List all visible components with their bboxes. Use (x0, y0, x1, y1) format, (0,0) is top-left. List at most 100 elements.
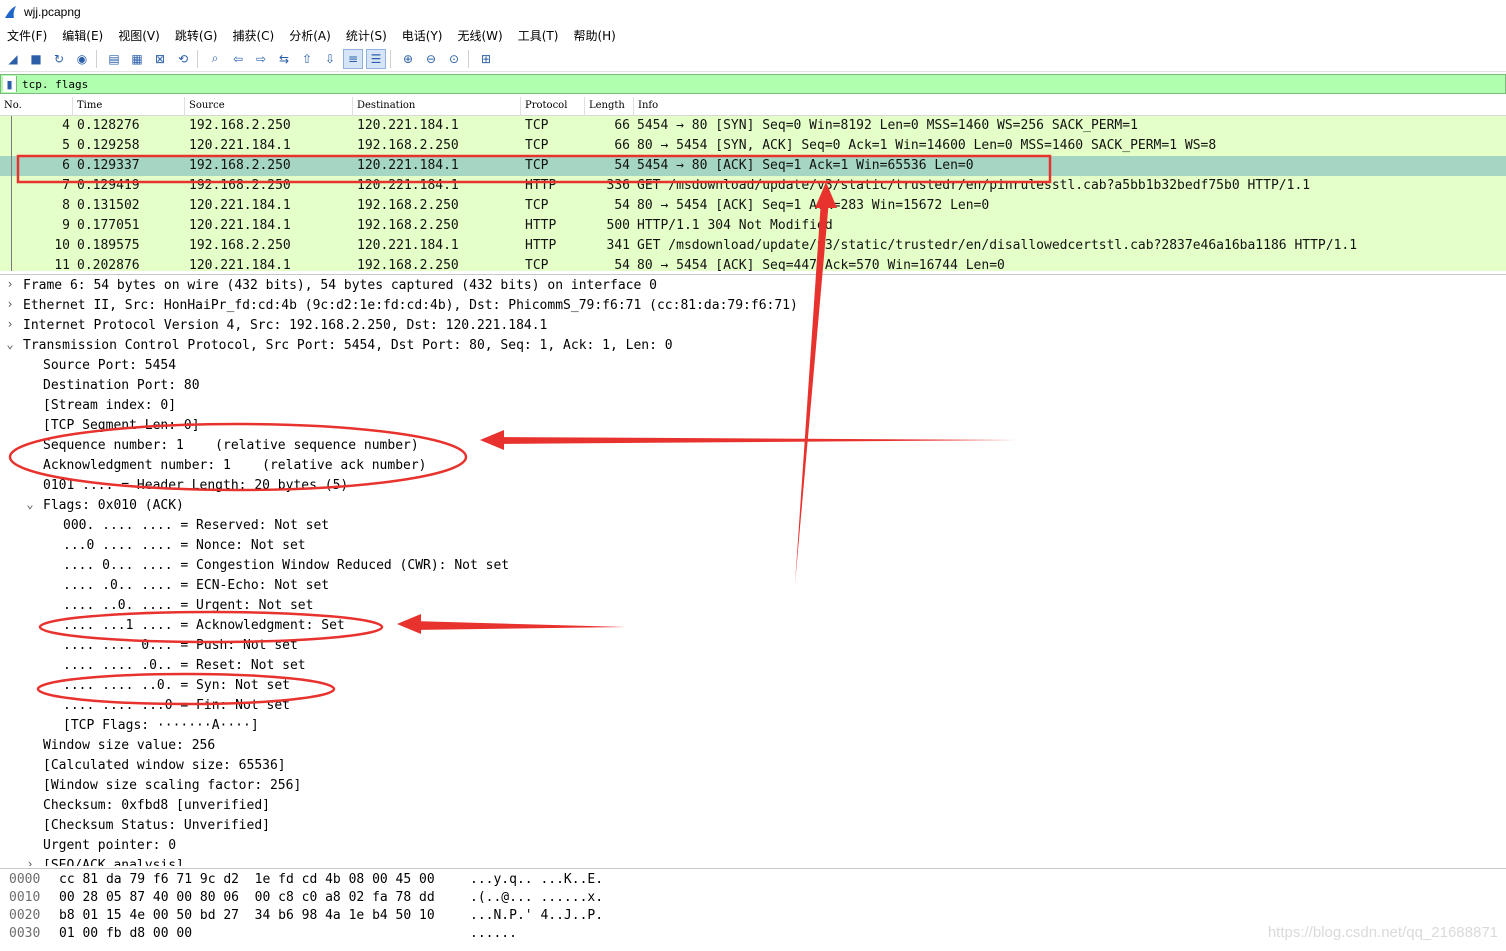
column-header-protocol[interactable]: Protocol (525, 100, 567, 111)
expand-chevron-icon[interactable]: › (4, 277, 16, 291)
packet-info: 5454 → 80 [ACK] Seq=1 Ack=1 Win=65536 Le… (637, 158, 974, 173)
detail-row[interactable]: Acknowledgment number: 1 (relative ack n… (0, 455, 1506, 475)
zoom-out-icon[interactable]: ⊖ (421, 49, 441, 69)
menu-item-7[interactable]: 电话(Y) (395, 27, 451, 44)
bookmark-icon[interactable]: ▮ (3, 76, 17, 92)
packet-row[interactable]: 11 0.202876 120.221.184.1 192.168.2.250 TCP 5… (0, 256, 1506, 271)
menu-item-9[interactable]: 工具(T) (511, 27, 567, 44)
options-icon[interactable]: ◉ (72, 49, 92, 69)
detail-row[interactable]: [TCP Flags: ·······A····] (0, 715, 1506, 735)
detail-row[interactable]: Window size value: 256 (0, 735, 1506, 755)
packet-row[interactable]: 4 0.128276 192.168.2.250 120.221.184.1 TCP 66… (0, 116, 1506, 136)
column-header-info[interactable]: Info (638, 100, 658, 111)
collapse-chevron-icon[interactable]: ⌄ (4, 337, 16, 351)
menu-item-10[interactable]: 帮助(H) (566, 27, 623, 44)
close-file-icon[interactable]: ⊠ (150, 49, 170, 69)
detail-row[interactable]: .... ...1 .... = Acknowledgment: Set (0, 615, 1506, 635)
collapse-chevron-icon[interactable]: ⌄ (24, 497, 36, 511)
column-header-time[interactable]: Time (77, 100, 102, 111)
packet-info: 80 → 5454 [SYN, ACK] Seq=0 Ack=1 Win=146… (637, 138, 1217, 153)
open-file-icon[interactable]: ▤ (104, 49, 124, 69)
detail-row[interactable]: .... .... ...0 = Fin: Not set (0, 695, 1506, 715)
stop-icon[interactable]: ■ (26, 49, 46, 69)
menu-item-6[interactable]: 统计(S) (339, 27, 395, 44)
bytes-ascii: ...N.P.' 4..J..P. (470, 908, 604, 923)
menu-item-1[interactable]: 编辑(E) (55, 27, 111, 44)
zoom-reset-icon[interactable]: ⊙ (444, 49, 464, 69)
bytes-row[interactable]: 0010 00 28 05 87 40 00 80 06 00 c8 c0 a8 … (0, 887, 1506, 905)
detail-row[interactable]: Sequence number: 1 (relative sequence nu… (0, 435, 1506, 455)
column-header-source[interactable]: Source (189, 100, 225, 111)
detail-row[interactable]: Urgent pointer: 0 (0, 835, 1506, 855)
packet-dst: 192.168.2.250 (357, 258, 459, 271)
detail-row[interactable]: Checksum: 0xfbd8 [unverified] (0, 795, 1506, 815)
detail-row[interactable]: .... ..0. .... = Urgent: Not set (0, 595, 1506, 615)
detail-row[interactable]: .... .... ..0. = Syn: Not set (0, 675, 1506, 695)
detail-row[interactable]: Source Port: 5454 (0, 355, 1506, 375)
menu-item-2[interactable]: 视图(V) (111, 27, 168, 44)
column-header-no[interactable]: No. (4, 100, 22, 111)
packet-row[interactable]: 7 0.129419 192.168.2.250 120.221.184.1 HTTP 3… (0, 176, 1506, 196)
packet-details[interactable]: › Frame 6: 54 bytes on wire (432 bits), 5… (0, 274, 1506, 866)
autoscroll-icon[interactable]: ≡ (343, 48, 363, 69)
packet-proto: HTTP (525, 238, 557, 253)
packet-row[interactable]: 9 0.177051 120.221.184.1 192.168.2.250 HTTP 5… (0, 216, 1506, 236)
go-to-packet-icon[interactable]: ⇆ (274, 49, 294, 69)
detail-row[interactable]: › [SEQ/ACK analysis] (0, 855, 1506, 866)
menu-item-4[interactable]: 捕获(C) (225, 27, 282, 44)
menu-item-3[interactable]: 跳转(G) (168, 27, 226, 44)
menu-item-0[interactable]: 文件(F) (0, 27, 55, 44)
detail-text: Flags: 0x010 (ACK) (43, 498, 184, 513)
detail-row[interactable]: .... .... 0... = Push: Not set (0, 635, 1506, 655)
column-header-destination[interactable]: Destination (357, 100, 415, 111)
menu-item-5[interactable]: 分析(A) (282, 27, 339, 44)
find-packet-icon[interactable]: ⌕ (205, 49, 225, 69)
detail-text: .... .0.. .... = ECN-Echo: Not set (63, 578, 330, 593)
display-filter-bar[interactable]: ▮ tcp. flags (0, 74, 1506, 94)
watermark: https://blog.csdn.net/qq_21688871 (1267, 924, 1498, 941)
packet-row[interactable]: 5 0.129258 120.221.184.1 192.168.2.250 TCP 66… (0, 136, 1506, 156)
detail-row[interactable]: › Frame 6: 54 bytes on wire (432 bits), 5… (0, 275, 1506, 295)
detail-row[interactable]: [Checksum Status: Unverified] (0, 815, 1506, 835)
detail-row[interactable]: ⌄ Flags: 0x010 (ACK) (0, 495, 1506, 515)
packet-row[interactable]: 6 0.129337 192.168.2.250 120.221.184.1 TCP 54… (0, 156, 1506, 176)
detail-row[interactable]: ⌄ Transmission Control Protocol, Src Port… (0, 335, 1506, 355)
detail-row[interactable]: › Ethernet II, Src: HonHaiPr_fd:cd:4b (9c… (0, 295, 1506, 315)
first-packet-icon[interactable]: ⇧ (297, 49, 317, 69)
detail-row[interactable]: [Window size scaling factor: 256] (0, 775, 1506, 795)
expand-chevron-icon[interactable]: › (24, 857, 36, 866)
detail-row[interactable]: [Calculated window size: 65536] (0, 755, 1506, 775)
detail-row[interactable]: .... .0.. .... = ECN-Echo: Not set (0, 575, 1506, 595)
resize-columns-icon[interactable]: ⊞ (476, 49, 496, 69)
detail-row[interactable]: [Stream index: 0] (0, 395, 1506, 415)
packet-row[interactable]: 10 0.189575 192.168.2.250 120.221.184.1 HTTP… (0, 236, 1506, 256)
last-packet-icon[interactable]: ⇩ (320, 49, 340, 69)
display-filter-input[interactable]: tcp. flags (22, 78, 88, 91)
expand-chevron-icon[interactable]: › (4, 317, 16, 331)
go-back-icon[interactable]: ⇦ (228, 49, 248, 69)
detail-row[interactable]: ...0 .... .... = Nonce: Not set (0, 535, 1506, 555)
detail-text: Transmission Control Protocol, Src Port:… (23, 338, 673, 353)
bytes-row[interactable]: 0020 b8 01 15 4e 00 50 bd 27 34 b6 98 4a … (0, 905, 1506, 923)
colorize-icon[interactable]: ☰ (366, 48, 386, 69)
detail-row[interactable]: [TCP Segment Len: 0] (0, 415, 1506, 435)
packet-row[interactable]: 8 0.131502 120.221.184.1 192.168.2.250 TCP 54… (0, 196, 1506, 216)
detail-row[interactable]: .... .... .0.. = Reset: Not set (0, 655, 1506, 675)
expand-chevron-icon[interactable]: › (4, 297, 16, 311)
detail-row[interactable]: › Internet Protocol Version 4, Src: 192.1… (0, 315, 1506, 335)
bytes-row[interactable]: 0000 cc 81 da 79 f6 71 9c d2 1e fd cd 4b … (0, 869, 1506, 887)
detail-row[interactable]: .... 0... .... = Congestion Window Reduc… (0, 555, 1506, 575)
save-icon[interactable]: ▦ (127, 49, 147, 69)
go-forward-icon[interactable]: ⇨ (251, 49, 271, 69)
zoom-in-icon[interactable]: ⊕ (398, 49, 418, 69)
menu-item-8[interactable]: 无线(W) (451, 27, 511, 44)
detail-row[interactable]: Destination Port: 80 (0, 375, 1506, 395)
column-header-length[interactable]: Length (589, 100, 625, 111)
packet-list[interactable]: No. Time Source Destination Protocol Len… (0, 97, 1506, 271)
packet-no: 7 (62, 178, 70, 193)
restart-icon[interactable]: ↻ (49, 49, 69, 69)
detail-row[interactable]: 000. .... .... = Reserved: Not set (0, 515, 1506, 535)
detail-row[interactable]: 0101 .... = Header Length: 20 bytes (5) (0, 475, 1506, 495)
reload-icon[interactable]: ⟲ (173, 49, 193, 69)
shark-fin-start-icon[interactable]: ◢ (3, 49, 23, 69)
